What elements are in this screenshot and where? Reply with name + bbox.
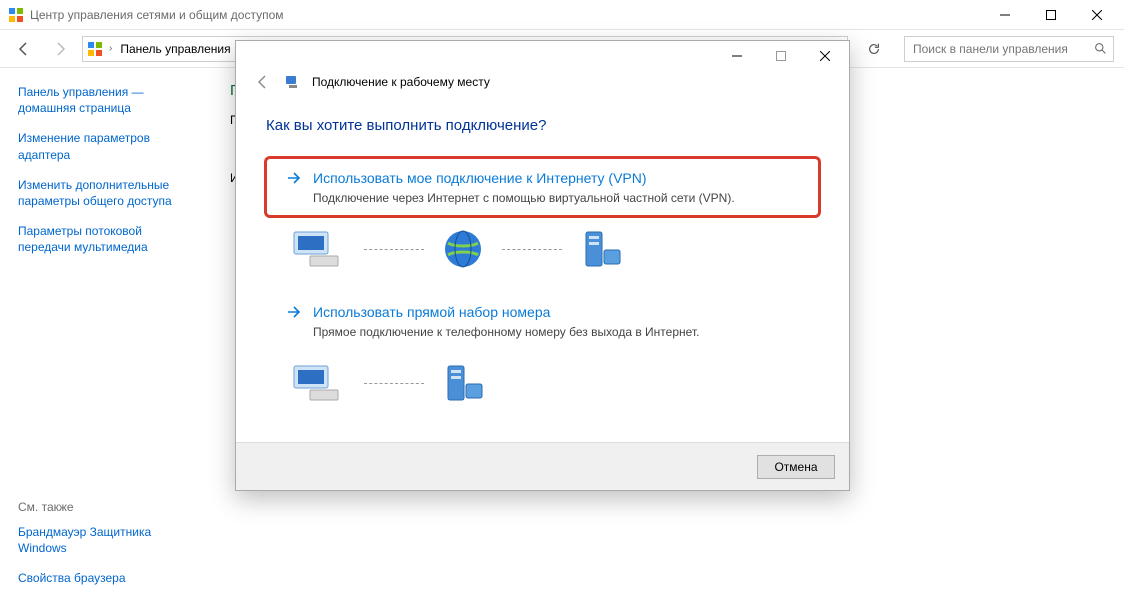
sidebar-link-media[interactable]: Параметры потоковой передачи мультимедиа (18, 223, 192, 255)
option-dialup-title: Использовать прямой набор номера (313, 304, 550, 320)
computer-icon (290, 362, 346, 404)
option-vpn-title: Использовать мое подключение к Интернету… (313, 170, 647, 186)
vpn-illustration (290, 228, 821, 270)
server-icon (580, 228, 624, 270)
sidebar-link-firewall[interactable]: Брандмауэр Защитника Windows (18, 524, 192, 556)
dialup-illustration (290, 362, 821, 404)
dialog-header: Подключение к рабочему месту (236, 71, 849, 103)
option-vpn-desc: Подключение через Интернет с помощью вир… (313, 191, 800, 205)
dialog-back-button[interactable] (252, 71, 274, 93)
arrow-right-icon (285, 303, 303, 321)
cancel-button[interactable]: Отмена (757, 455, 835, 479)
sidebar-link-adapter[interactable]: Изменение параметров адаптера (18, 130, 192, 162)
dialog-overlay: Подключение к рабочему месту Как вы хоти… (235, 40, 850, 491)
dialog-titlebar (236, 41, 849, 71)
dialog-maximize-button[interactable] (759, 42, 803, 70)
close-button[interactable] (1074, 1, 1120, 29)
computer-icon (290, 228, 346, 270)
globe-icon (442, 228, 484, 270)
refresh-button[interactable] (860, 35, 888, 63)
dialog-footer: Отмена (236, 442, 849, 490)
search-icon[interactable] (1094, 42, 1107, 55)
app-icon (8, 7, 24, 23)
window-titlebar: Центр управления сетями и общим доступом (0, 0, 1124, 30)
sidebar: Панель управления — домашняя страница Из… (0, 68, 210, 595)
chevron-right-icon[interactable]: › (109, 43, 112, 54)
sidebar-link-sharing[interactable]: Изменить дополнительные параметры общего… (18, 177, 192, 209)
option-dialup-desc: Прямое подключение к телефонному номеру … (313, 325, 800, 339)
dialog-close-button[interactable] (803, 42, 847, 70)
nav-back-button[interactable] (10, 35, 38, 63)
window-controls (982, 1, 1120, 29)
address-icon (87, 41, 103, 57)
option-vpn[interactable]: Использовать мое подключение к Интернету… (264, 156, 821, 218)
see-also-heading: См. также (18, 500, 192, 514)
server-icon (442, 362, 486, 404)
nav-forward-button[interactable] (46, 35, 74, 63)
search-input[interactable] (911, 41, 1094, 57)
dialog-title: Подключение к рабочему месту (312, 75, 490, 89)
dialog-question: Как вы хотите выполнить подключение? (266, 117, 821, 134)
workplace-icon (284, 73, 302, 91)
minimize-button[interactable] (982, 1, 1028, 29)
connect-workplace-dialog: Подключение к рабочему месту Как вы хоти… (235, 40, 850, 491)
arrow-right-icon (285, 169, 303, 187)
dialog-minimize-button[interactable] (715, 42, 759, 70)
window-title: Центр управления сетями и общим доступом (30, 8, 982, 22)
sidebar-link-browser[interactable]: Свойства браузера (18, 570, 192, 586)
breadcrumb-item[interactable]: Панель управления (118, 40, 232, 58)
search-box[interactable] (904, 36, 1114, 62)
option-dialup[interactable]: Использовать прямой набор номера Прямое … (264, 290, 821, 352)
sidebar-home-link[interactable]: Панель управления — домашняя страница (18, 84, 192, 116)
maximize-button[interactable] (1028, 1, 1074, 29)
